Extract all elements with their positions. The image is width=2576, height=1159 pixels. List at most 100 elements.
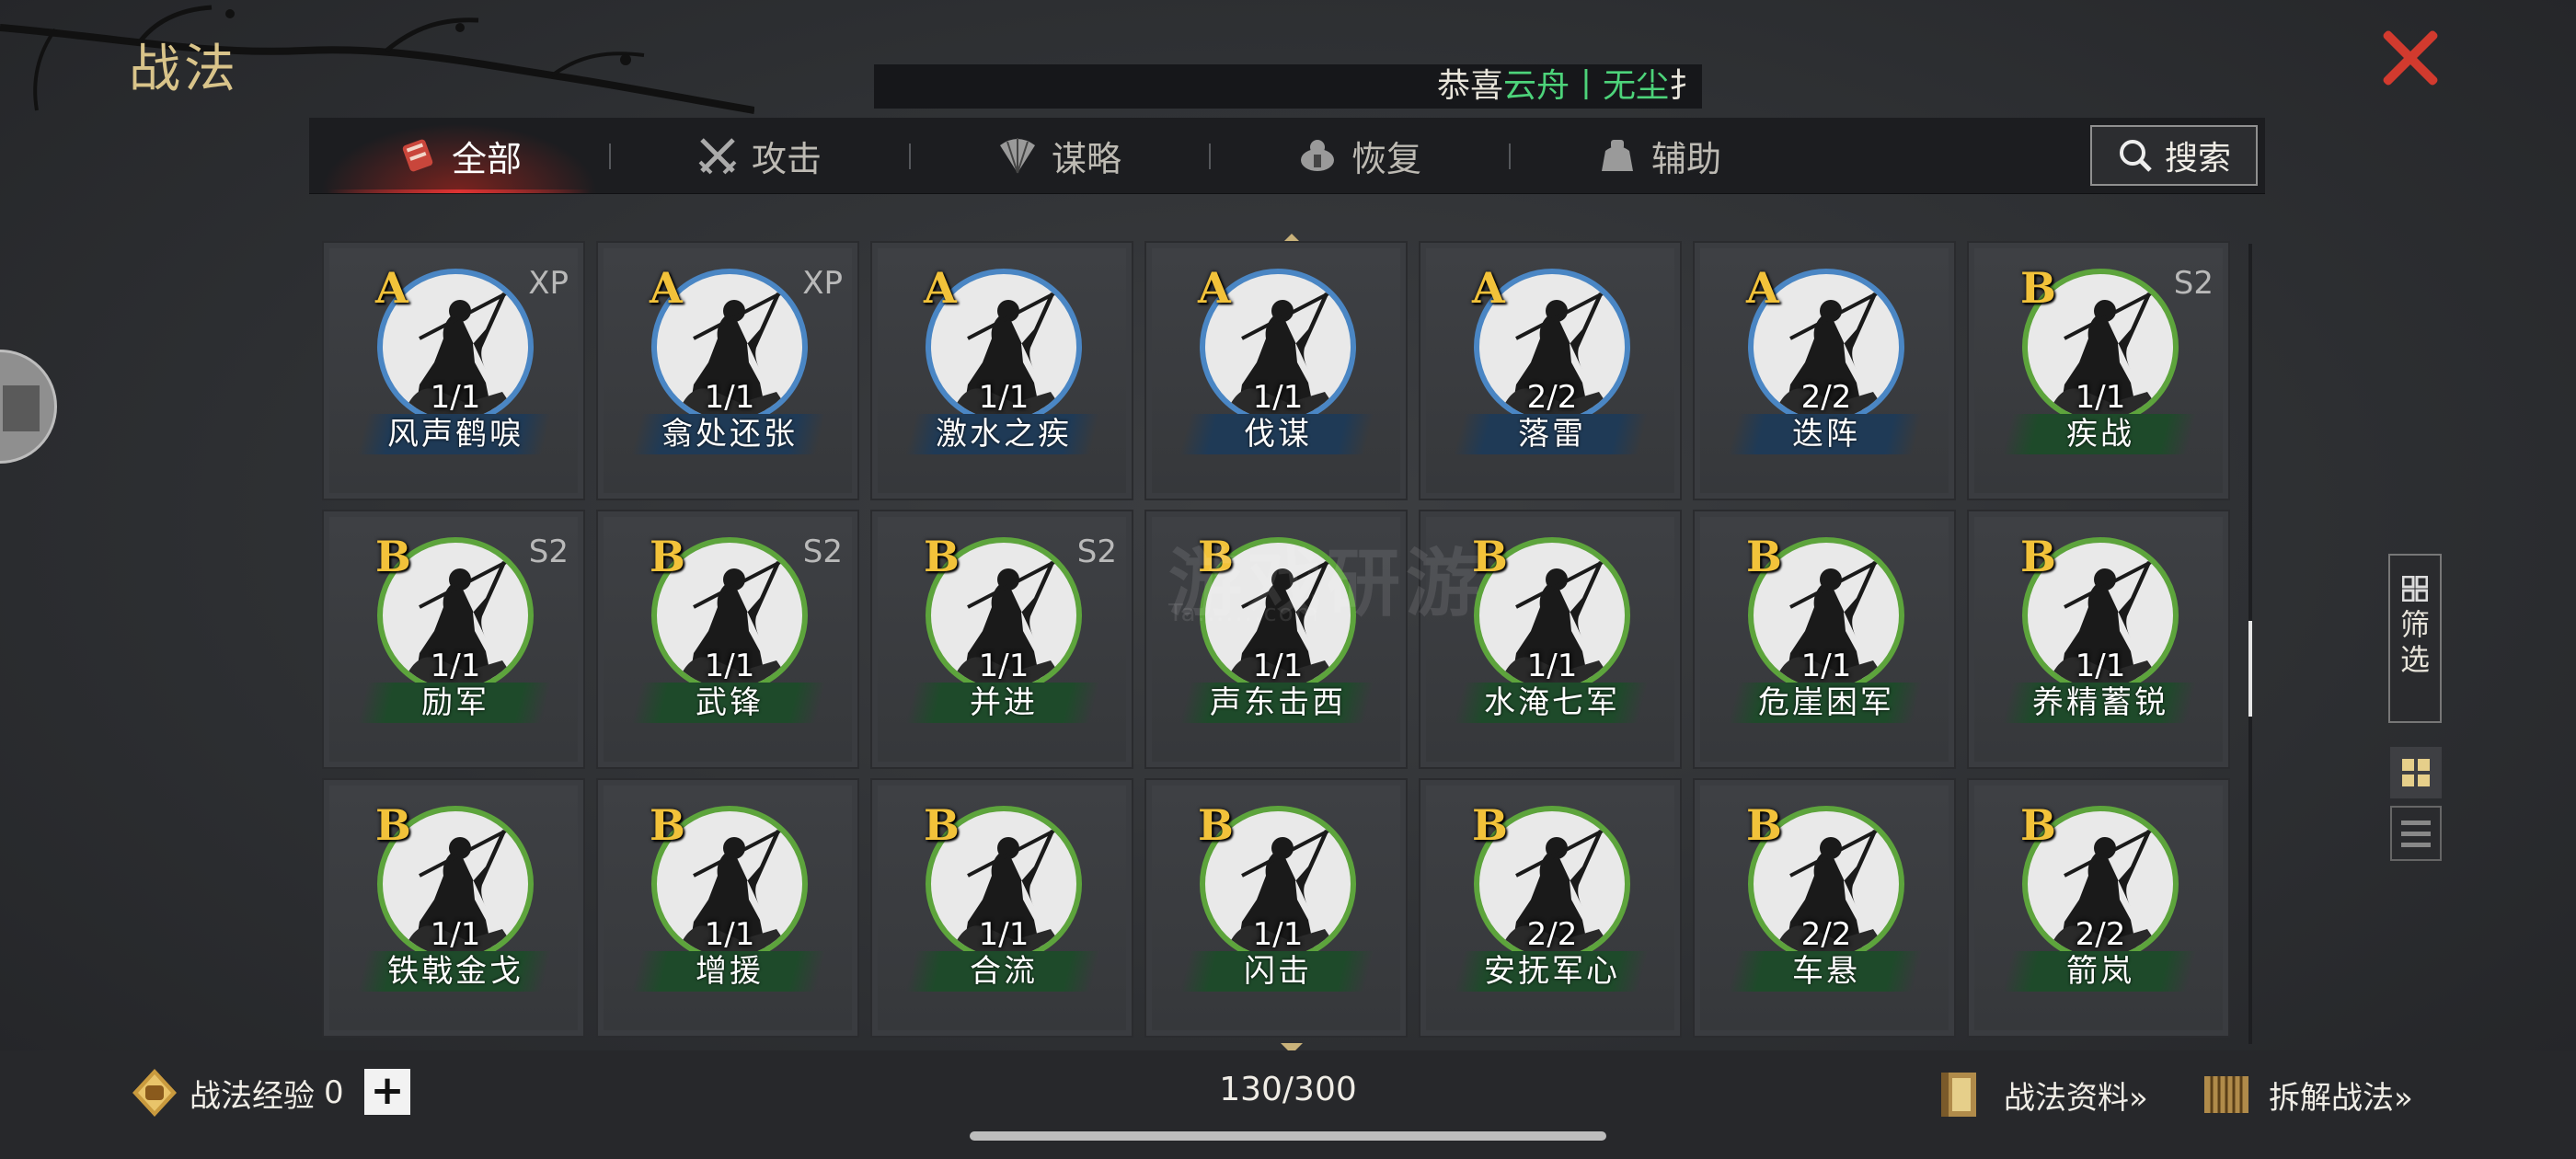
skill-card[interactable]: A 1/1 伐谋 xyxy=(1144,241,1408,500)
exp-value: 0 xyxy=(324,1074,344,1111)
skill-count: 1/1 xyxy=(704,916,755,953)
skill-grade: A xyxy=(1746,263,1779,313)
skill-grade: B xyxy=(924,800,960,850)
skill-card[interactable]: B 1/1 养精蓄锐 xyxy=(1967,510,2230,769)
skill-card-grid: A XP 1/1 风声鹤唳 A XP 1/1 翕处还张 A 1/1 激水之疾 A 1/1 伐谋 A 2/2 落雷… xyxy=(322,241,2236,1050)
tab-recovery[interactable]: 恢复 xyxy=(1209,118,1509,193)
skill-card[interactable]: B S2 1/1 励军 xyxy=(322,510,585,769)
skill-count: 2/2 xyxy=(2075,916,2126,953)
skill-grade: B xyxy=(924,532,960,581)
skill-exp: 战法经验 0 xyxy=(129,1067,344,1119)
skill-count: 1/1 xyxy=(430,379,481,416)
skill-grade: B xyxy=(2020,800,2056,850)
filter-label-2: 选 xyxy=(2399,642,2430,677)
tab-support[interactable]: 辅助 xyxy=(1509,118,1809,193)
skill-card[interactable]: B 1/1 危崖困军 xyxy=(1693,510,1956,769)
skill-name: 水淹七军 xyxy=(1484,684,1620,721)
tab-label: 恢复 xyxy=(1351,138,1421,179)
skill-season-tag: S2 xyxy=(2173,265,2214,302)
close-icon[interactable] xyxy=(2378,26,2443,90)
skill-count: 1/1 xyxy=(978,379,1029,416)
skill-grade: A xyxy=(650,263,683,313)
skill-card[interactable]: B 1/1 闪击 xyxy=(1144,778,1408,1038)
skill-name: 养精蓄锐 xyxy=(2032,684,2168,721)
watermark-url: Ta.......com xyxy=(1168,600,1320,627)
skill-count: 1/1 xyxy=(704,379,755,416)
skill-name: 励军 xyxy=(421,684,489,721)
puzzle-icon xyxy=(3,385,40,431)
skill-card[interactable]: A 1/1 激水之疾 xyxy=(870,241,1133,500)
skill-card[interactable]: B 2/2 箭岚 xyxy=(1967,778,2230,1038)
add-exp-button[interactable]: + xyxy=(364,1069,410,1115)
skill-grade: B xyxy=(1746,532,1782,581)
skill-count: 1/1 xyxy=(1526,648,1578,684)
skill-grade: B xyxy=(650,532,685,581)
skill-season-tag: S2 xyxy=(528,534,569,570)
skill-name: 风声鹤唳 xyxy=(387,416,523,453)
skill-count: 2/2 xyxy=(1526,379,1578,416)
skill-name: 增援 xyxy=(696,953,764,990)
skill-grade: B xyxy=(1472,800,1508,850)
support-bag-icon xyxy=(1601,140,1633,171)
skill-grade: B xyxy=(650,800,685,850)
fist-badge-icon xyxy=(132,1069,177,1117)
skill-name: 疾战 xyxy=(2066,416,2134,453)
skill-grade: B xyxy=(2020,532,2056,581)
list-view-toggle[interactable] xyxy=(2390,806,2442,861)
skill-info-link[interactable]: 战法资料» xyxy=(1932,1065,2148,1124)
skill-name: 激水之疾 xyxy=(936,416,1072,453)
search-button[interactable]: 搜索 xyxy=(2090,125,2258,186)
skill-card[interactable]: A XP 1/1 风声鹤唳 xyxy=(322,241,585,500)
skill-grade: B xyxy=(375,532,411,581)
grid-view-toggle[interactable] xyxy=(2390,747,2442,798)
strategy-fan-icon xyxy=(999,138,1035,174)
skill-count: 1/1 xyxy=(1252,648,1304,684)
skill-name: 安抚军心 xyxy=(1484,953,1620,990)
scroll-book-icon xyxy=(1941,1073,1976,1117)
side-drawer-toggle[interactable] xyxy=(0,350,57,464)
skill-season-tag: S2 xyxy=(802,534,843,570)
skill-name: 闪击 xyxy=(1244,953,1312,990)
page-title: 战法 xyxy=(129,40,239,99)
skill-card[interactable]: B S2 1/1 武锋 xyxy=(596,510,859,769)
scrollbar-thumb[interactable] xyxy=(2248,621,2252,717)
tab-strategy[interactable]: 谋略 xyxy=(909,118,1209,193)
tab-label: 攻击 xyxy=(751,138,822,179)
skill-grade: B xyxy=(1746,800,1782,850)
skill-name: 危崖困军 xyxy=(1758,684,1894,721)
skill-season-tag: XP xyxy=(802,265,843,302)
filter-button[interactable]: 筛 选 xyxy=(2388,554,2442,723)
skill-card[interactable]: B 2/2 安抚军心 xyxy=(1419,778,1682,1038)
skill-card[interactable]: A XP 1/1 翕处还张 xyxy=(596,241,859,500)
search-icon xyxy=(2119,140,2152,172)
dismantle-label: 拆解战法» xyxy=(2269,1079,2413,1117)
skill-card[interactable]: A 2/2 落雷 xyxy=(1419,241,1682,500)
list-view-icon xyxy=(2401,820,2431,847)
home-indicator[interactable] xyxy=(970,1131,1606,1141)
tab-label: 辅助 xyxy=(1650,138,1721,179)
skill-card[interactable]: B 1/1 增援 xyxy=(596,778,859,1038)
skill-name: 箭岚 xyxy=(2066,953,2134,990)
skill-card[interactable]: B 1/1 铁戟金戈 xyxy=(322,778,585,1038)
skill-name: 武锋 xyxy=(696,684,764,721)
skill-card[interactable]: B 1/1 合流 xyxy=(870,778,1133,1038)
skill-card[interactable]: A 2/2 迭阵 xyxy=(1693,241,1956,500)
skill-count: 1/1 xyxy=(978,916,1029,953)
dismantle-skill-link[interactable]: 拆解战法» xyxy=(2197,1065,2413,1124)
skill-card[interactable]: B 2/2 车悬 xyxy=(1693,778,1956,1038)
tab-all[interactable]: 全部 xyxy=(309,118,609,193)
skill-info-label: 战法资料» xyxy=(2004,1079,2148,1117)
tab-attack[interactable]: 攻击 xyxy=(609,118,909,193)
filter-label-1: 筛 xyxy=(2399,607,2430,642)
skill-card[interactable]: B S2 1/1 并进 xyxy=(870,510,1133,769)
skill-season-tag: S2 xyxy=(1076,534,1117,570)
recovery-icon xyxy=(1300,140,1334,171)
skill-grade: B xyxy=(375,800,411,850)
skill-card[interactable]: B S2 1/1 疾战 xyxy=(1967,241,2230,500)
skill-count: 1/1 xyxy=(1252,379,1304,416)
skill-name: 铁戟金戈 xyxy=(387,953,523,990)
skill-grade: A xyxy=(1198,263,1231,313)
announcement-ticker: 恭喜云舟丨无尘扌 xyxy=(874,64,1702,109)
skill-count: 1/1 xyxy=(430,916,481,953)
ticker-prefix: 恭喜 xyxy=(1436,67,1503,105)
